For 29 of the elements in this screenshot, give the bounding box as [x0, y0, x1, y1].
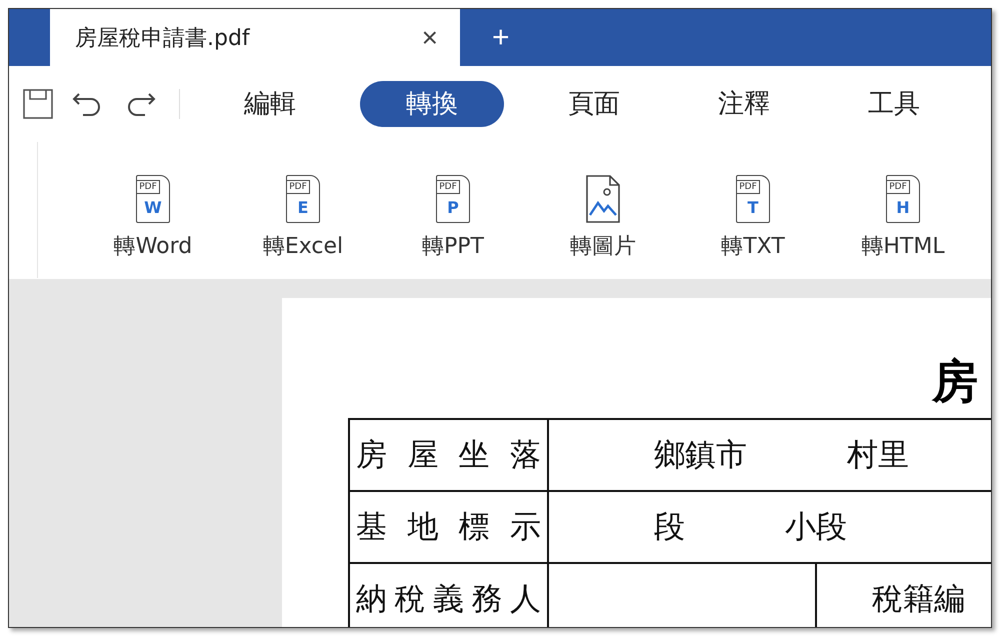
menu-tab[interactable]: 工具 [834, 80, 954, 126]
pdf-file-icon: PDF E [286, 175, 320, 223]
pdf-file-icon: PDF W [136, 175, 170, 223]
save-icon[interactable] [23, 88, 53, 118]
pdf-file-icon: PDF P [436, 175, 470, 223]
document-tab[interactable]: 房屋稅申請書.pdf × [50, 9, 460, 66]
new-tab-button[interactable]: + [492, 9, 510, 66]
table-cell: 基地標示 [350, 492, 549, 562]
document-title: 房 [932, 356, 979, 406]
table-cell-text: 段 小段 [653, 508, 848, 547]
image-file-icon [586, 175, 620, 223]
close-button[interactable]: × [422, 22, 438, 54]
pdf-file-icon: PDF H [886, 175, 920, 223]
table-cell: 納稅義務人 [350, 564, 549, 627]
menu-tab[interactable]: 頁面 [534, 80, 654, 126]
menu-tab[interactable]: 注釋 [684, 80, 804, 126]
convert-button[interactable]: PDF H 轉HTML [828, 175, 978, 261]
menu-tab[interactable]: 編輯 [210, 80, 330, 126]
convert-button[interactable]: PDF P 轉PPT [378, 175, 528, 261]
table-cell-text: 稅籍編 [871, 580, 966, 619]
menu-tab[interactable]: 轉換 [360, 80, 504, 126]
table-cell-text: 鄉鎮市 村里 [653, 436, 910, 475]
convert-button[interactable]: 轉圖片 [528, 175, 678, 261]
convert-button[interactable]: PDF W 轉Word [78, 175, 228, 261]
table-cell: 房屋坐落 [350, 420, 549, 490]
tab-title: 房屋稅申請書.pdf [75, 24, 250, 52]
convert-button[interactable]: PDF E 轉Excel [228, 175, 378, 261]
pdf-file-icon: PDF T [736, 175, 770, 223]
convert-button[interactable]: PDF T 轉TXT [678, 175, 828, 261]
